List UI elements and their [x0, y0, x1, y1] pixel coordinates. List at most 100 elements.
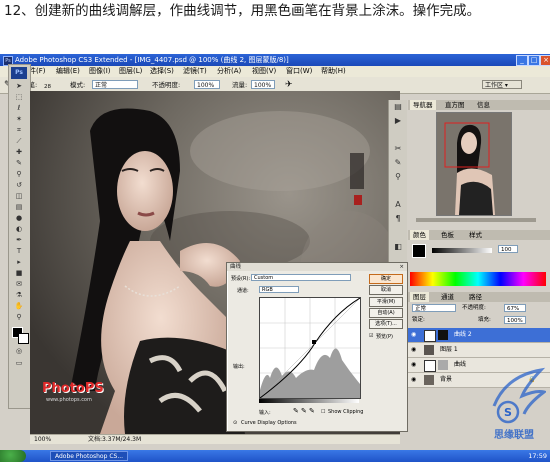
tab-histogram[interactable]: 直方图	[442, 100, 468, 110]
menu-view[interactable]: 视图(V)	[252, 66, 276, 77]
windows-taskbar: Adobe Photoshop CS... 17:59	[0, 450, 550, 462]
menu-help[interactable]: 帮助(H)	[321, 66, 346, 77]
ok-button[interactable]: 确定	[369, 274, 403, 284]
clone-stamp-icon[interactable]: ⚲	[12, 170, 26, 179]
tab-color[interactable]: 颜色	[410, 230, 429, 240]
photoshop-logo: Ps	[11, 67, 27, 79]
tab-navigator[interactable]: 导航器	[410, 100, 436, 110]
layer-name: 图层 1	[440, 346, 458, 353]
eyedropper-white-icon[interactable]: ✎	[309, 407, 315, 415]
menu-image[interactable]: 图像(I)	[89, 66, 111, 77]
layer-mask-thumb[interactable]	[438, 330, 448, 340]
magic-wand-icon[interactable]: ✶	[12, 115, 26, 124]
maximize-button[interactable]: □	[528, 55, 540, 66]
flow-field[interactable]: 100%	[251, 80, 275, 89]
fill-field[interactable]: 100%	[504, 316, 526, 324]
hand-tool-icon[interactable]: ✋	[12, 302, 26, 311]
preset-select[interactable]: Custom	[251, 274, 351, 281]
menu-edit[interactable]: 编辑(E)	[56, 66, 80, 77]
color-foreground-swatch[interactable]	[412, 244, 426, 258]
show-clipping-label: Show Clipping	[328, 409, 364, 415]
navigator-zoom-slider[interactable]	[416, 218, 536, 222]
taskbar-photoshop-item[interactable]: Adobe Photoshop CS...	[50, 451, 128, 461]
color-value-field[interactable]: 100	[498, 245, 518, 253]
menu-analysis[interactable]: 分析(A)	[217, 66, 241, 77]
path-select-icon[interactable]: ▸	[12, 258, 26, 267]
preview-checkbox[interactable]: ☑	[369, 333, 373, 339]
minimize-button[interactable]: _	[516, 55, 528, 66]
menu-window[interactable]: 窗口(W)	[286, 66, 312, 77]
color-slider[interactable]	[432, 248, 492, 253]
layer-visibility-icon[interactable]: ◉	[411, 328, 416, 342]
smooth-button[interactable]: 平滑(M)	[369, 297, 403, 307]
options-button[interactable]: 选项(T)...	[369, 319, 403, 329]
opacity-field[interactable]: 100%	[194, 80, 220, 89]
crop-tool-icon[interactable]: ⌗	[12, 126, 26, 135]
workspace-button[interactable]: 工作区 ▾	[482, 80, 522, 89]
curves-dialog: 曲线 × 预设(R): Custom 通道: RGB 输出: 输入: ✎ ✎ ✎…	[226, 262, 408, 432]
layers-opacity-field[interactable]: 67%	[504, 304, 526, 312]
tab-layers[interactable]: 图层	[410, 292, 429, 302]
marquee-tool-icon[interactable]: ⬚	[12, 93, 26, 102]
menu-layer[interactable]: 图层(L)	[119, 66, 142, 77]
layer-visibility-icon[interactable]: ◉	[411, 373, 416, 387]
dodge-tool-icon[interactable]: ◐	[12, 225, 26, 234]
screen-mode-icon[interactable]: ▭	[12, 359, 26, 368]
cancel-button[interactable]: 取消	[369, 285, 403, 295]
eyedropper-icon[interactable]: ⚗	[12, 291, 26, 300]
history-brush-icon[interactable]: ↺	[12, 181, 26, 190]
menu-filter[interactable]: 滤镜(T)	[183, 66, 207, 77]
move-tool-icon[interactable]: ➤	[12, 82, 26, 91]
layer-visibility-icon[interactable]: ◉	[411, 358, 416, 372]
tab-info[interactable]: 信息	[474, 100, 493, 110]
eraser-tool-icon[interactable]: ◫	[12, 192, 26, 201]
channel-select[interactable]: RGB	[259, 286, 299, 293]
pen-tool-icon[interactable]: ✒	[12, 236, 26, 245]
color-spectrum-bar[interactable]	[410, 272, 546, 286]
shape-tool-icon[interactable]: ■	[12, 269, 26, 278]
background-color-swatch[interactable]	[18, 333, 29, 344]
history-panel-icon[interactable]: ▤	[392, 102, 404, 112]
tab-styles[interactable]: 样式	[466, 230, 485, 240]
navigator-thumbnail[interactable]	[436, 112, 512, 216]
dialog-close-icon[interactable]: ×	[399, 263, 404, 271]
slice-tool-icon[interactable]: ⟋	[12, 137, 26, 146]
start-button[interactable]	[0, 450, 26, 462]
healing-brush-icon[interactable]: ✚	[12, 148, 26, 157]
show-clipping-checkbox[interactable]: ☐	[321, 409, 325, 415]
auto-button[interactable]: 自动(A)	[369, 308, 403, 318]
zoom-tool-icon[interactable]: ⚲	[12, 313, 26, 322]
layer-visibility-icon[interactable]: ◉	[411, 343, 416, 357]
lasso-tool-icon[interactable]: ℓ	[12, 104, 26, 113]
eyedropper-gray-icon[interactable]: ✎	[301, 407, 307, 415]
tab-channels[interactable]: 通道	[438, 292, 457, 302]
layer-row-curves-2[interactable]: ◉ 曲线 2	[408, 328, 550, 343]
blend-mode-select[interactable]: 正常	[412, 304, 456, 312]
layer-row-layer-1[interactable]: ◉ 图层 1	[408, 343, 550, 358]
character-panel-icon[interactable]: A	[392, 200, 404, 210]
brush-tool-icon-2[interactable]: ✎	[12, 159, 26, 168]
zoom-level[interactable]: 100%	[34, 435, 51, 444]
mode-select[interactable]: 正常	[92, 80, 138, 89]
close-button[interactable]: ×	[540, 55, 550, 66]
layer-mask-thumb[interactable]	[438, 360, 448, 370]
brushes-panel-icon[interactable]: ✎	[392, 158, 404, 168]
tab-paths[interactable]: 路径	[466, 292, 485, 302]
eyedropper-black-icon[interactable]: ✎	[293, 407, 299, 415]
tab-swatches[interactable]: 色板	[438, 230, 457, 240]
type-tool-icon[interactable]: T	[12, 247, 26, 256]
curves-graph[interactable]	[259, 297, 361, 399]
display-options-toggle-icon[interactable]: ⊙	[233, 420, 237, 426]
tool-presets-icon[interactable]: ✂	[392, 144, 404, 154]
menu-select[interactable]: 选择(S)	[150, 66, 174, 77]
notes-tool-icon[interactable]: ✉	[12, 280, 26, 289]
paragraph-panel-icon[interactable]: ¶	[392, 214, 404, 224]
blur-tool-icon[interactable]: ●	[12, 214, 26, 223]
curve-display-options[interactable]: Curve Display Options	[241, 420, 297, 426]
quick-mask-icon[interactable]: ◎	[12, 347, 26, 356]
gradient-tool-icon[interactable]: ▤	[12, 203, 26, 212]
preset-label: 预设(R):	[231, 276, 251, 282]
clone-source-icon[interactable]: ⚲	[392, 172, 404, 182]
actions-panel-icon[interactable]: ▶	[392, 116, 404, 126]
layer-comps-icon[interactable]: ◧	[392, 242, 404, 252]
